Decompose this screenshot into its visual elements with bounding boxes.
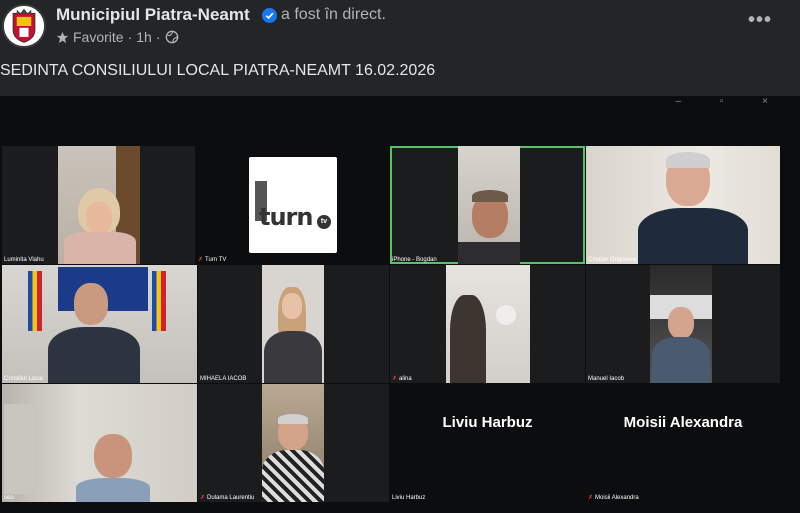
favorites-label[interactable]: Favorite: [73, 29, 124, 45]
participant-name: Consiliul Local: [4, 376, 43, 382]
participant-tile[interactable]: ✗ alina: [390, 265, 585, 383]
participant-name: ✗ Dulama Laurentiu: [200, 495, 255, 501]
participant-tile[interactable]: Consiliul Local: [2, 265, 197, 383]
live-status-text: a fost în direct.: [281, 6, 386, 23]
participant-name: seo: [4, 495, 14, 501]
participant-name: Liviu Harbuz: [392, 495, 426, 501]
muted-mic-icon: ✗: [198, 257, 204, 263]
participant-tile[interactable]: seo: [2, 384, 197, 502]
live-video-player[interactable]: – ▫ × Luminita Vlahu ✗ Turn TV turn tv iP…: [0, 96, 800, 513]
participant-tile[interactable]: MIHAELA IACOB: [198, 265, 389, 383]
participant-tile[interactable]: ✗ Dulama Laurentiu: [198, 384, 389, 502]
post-header: Municipiul Piatra-Neamt a fost în direct…: [0, 0, 800, 58]
participant-name: ✗ Turn TV: [198, 257, 227, 263]
participant-display-name: Moisii Alexandra: [623, 414, 743, 431]
logo-tv: tv: [317, 215, 331, 229]
meta-separator: ·: [127, 29, 133, 45]
muted-mic-icon: ✗: [392, 376, 398, 382]
participant-tile[interactable]: Liviu Harbuz Liviu Harbuz: [390, 384, 585, 502]
participant-name: iPhone - Bogdan: [392, 257, 437, 263]
meta-separator-2: ·: [155, 29, 161, 45]
verified-badge-icon: [262, 8, 277, 23]
participant-name: ✗ Moisii Alexandra: [588, 495, 639, 501]
star-icon: [56, 31, 69, 43]
page-avatar[interactable]: [2, 4, 46, 48]
post-time[interactable]: 1h: [136, 29, 152, 45]
globe-icon[interactable]: [165, 30, 179, 44]
participant-name: Luminita Vlahu: [4, 257, 44, 263]
window-controls: – ▫ ×: [675, 96, 786, 107]
participant-display-name: Liviu Harbuz: [442, 414, 533, 431]
participant-tile-active-speaker[interactable]: iPhone - Bogdan: [390, 146, 585, 264]
participant-tile[interactable]: Luminita Vlahu: [2, 146, 195, 264]
participant-name: ✗ alina: [392, 376, 412, 382]
post-meta: Favorite · 1h ·: [56, 29, 179, 45]
participant-name: Manuel Iacob: [588, 376, 625, 382]
post-caption: SEDINTA CONSILIULUI LOCAL PIATRA-NEAMT 1…: [0, 62, 436, 79]
participant-name: Cristian Grigoreva: [588, 257, 637, 263]
page-name[interactable]: Municipiul Piatra-Neamt: [56, 5, 250, 25]
coat-of-arms-icon: [4, 6, 44, 46]
turn-tv-logo: turn tv: [249, 157, 337, 253]
more-options-button[interactable]: •••: [742, 10, 778, 36]
participant-tile[interactable]: Moisii Alexandra ✗ Moisii Alexandra: [586, 384, 780, 502]
participant-tile[interactable]: Manuel Iacob: [586, 265, 780, 383]
logo-text: turn: [259, 203, 313, 231]
participant-name: MIHAELA IACOB: [200, 376, 247, 382]
muted-mic-icon: ✗: [200, 495, 206, 501]
participant-tile[interactable]: Cristian Grigoreva: [586, 146, 780, 264]
muted-mic-icon: ✗: [588, 495, 594, 501]
